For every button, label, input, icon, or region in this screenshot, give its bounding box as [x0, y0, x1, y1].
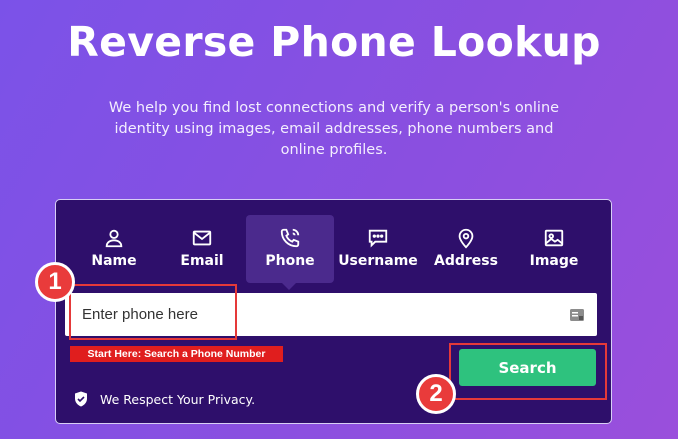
tab-name[interactable]: Name — [70, 215, 158, 283]
tab-address[interactable]: Address — [422, 215, 510, 283]
phone-input[interactable] — [65, 293, 597, 336]
step-2-badge: 2 — [416, 374, 456, 414]
image-icon — [544, 229, 564, 247]
tab-label: Username — [338, 253, 418, 269]
start-hint-label: Start Here: Search a Phone Number — [70, 346, 283, 362]
chat-bubble-icon — [368, 229, 388, 248]
page-title: Reverse Phone Lookup — [67, 18, 601, 66]
shield-check-icon — [75, 391, 87, 407]
tab-phone[interactable]: Phone — [246, 215, 334, 290]
privacy-note: We Respect Your Privacy. — [74, 391, 255, 407]
tab-username[interactable]: Username — [334, 215, 422, 283]
page-subtitle: We help you find lost connections and ve… — [108, 100, 560, 158]
phone-icon — [280, 228, 300, 248]
envelope-icon — [192, 230, 212, 246]
search-type-tabs: Name Email Phone Username Address Image — [56, 215, 611, 290]
tab-email[interactable]: Email — [158, 215, 246, 283]
contact-card-icon — [570, 309, 584, 321]
location-pin-icon — [458, 228, 474, 249]
phone-input-wrapper — [65, 293, 597, 336]
search-button[interactable]: Search — [459, 349, 596, 386]
tab-image[interactable]: Image — [510, 215, 598, 283]
tab-label: Address — [434, 253, 498, 269]
tab-label: Email — [180, 253, 224, 269]
tab-label: Name — [91, 253, 137, 269]
privacy-text: We Respect Your Privacy. — [100, 391, 256, 407]
tab-label: Phone — [265, 253, 315, 269]
tab-label: Image — [529, 253, 579, 269]
person-icon — [105, 229, 123, 248]
step-1-badge: 1 — [35, 262, 75, 302]
